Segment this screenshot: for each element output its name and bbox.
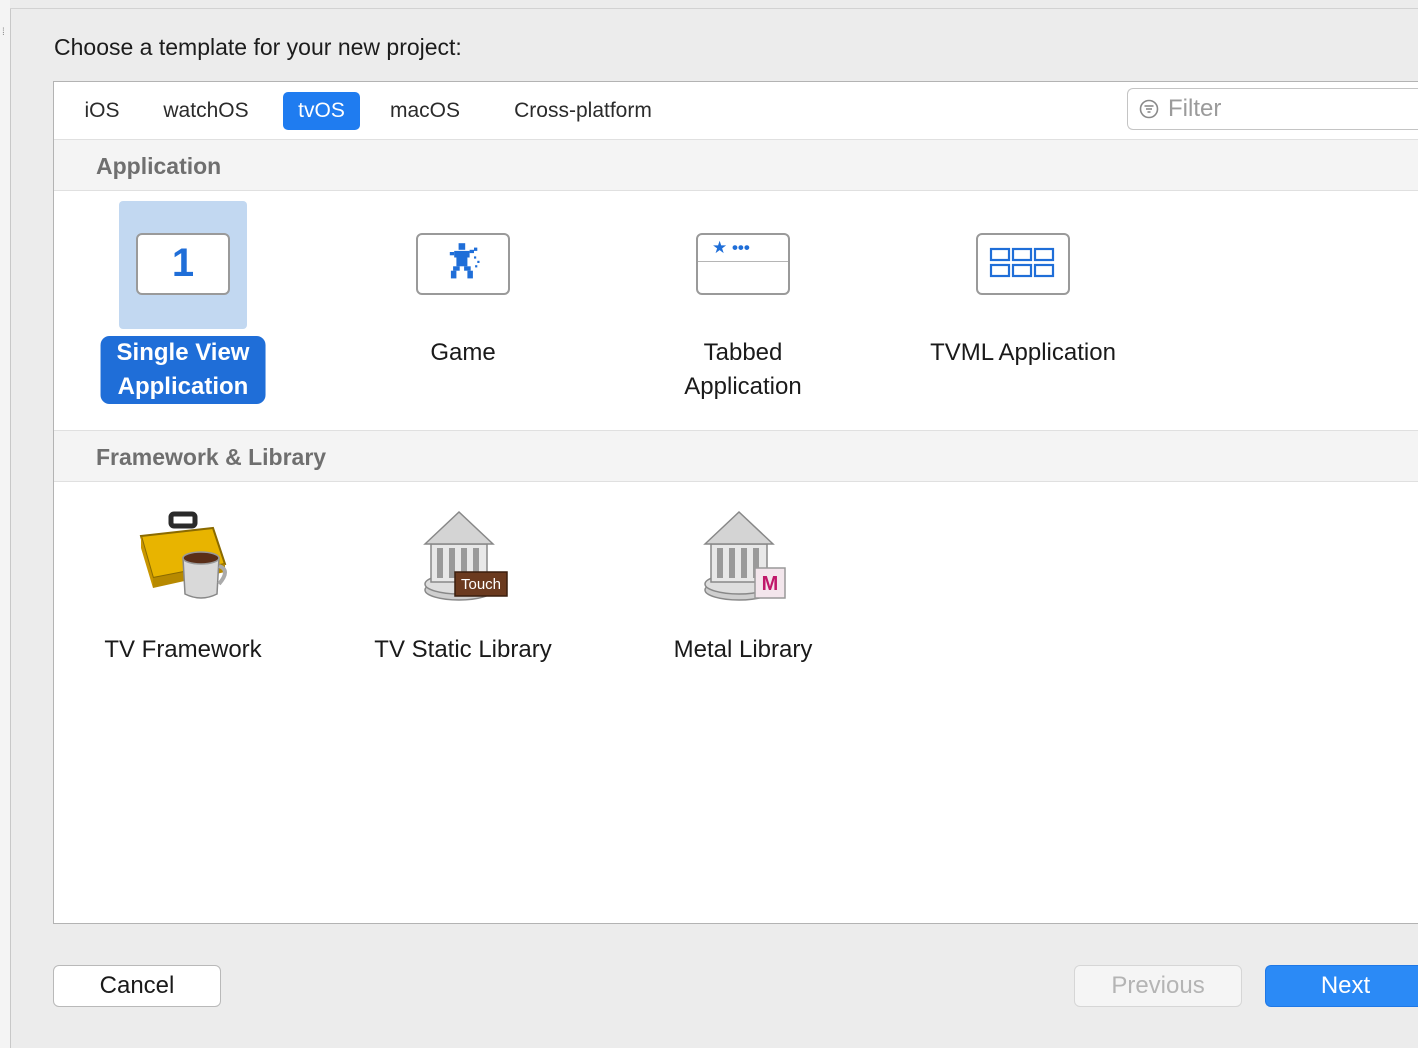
- template-label-line1: Single View: [116, 339, 250, 366]
- template-label: Tabbed Application: [668, 336, 817, 404]
- tab-ios[interactable]: iOS: [74, 92, 130, 130]
- template-label-line1: Game: [430, 339, 496, 366]
- next-button[interactable]: Next: [1265, 965, 1418, 1007]
- single-view-icon-number: 1: [171, 241, 195, 285]
- template-tv-static-library[interactable]: Touch TV Static Library: [343, 502, 583, 672]
- previous-button[interactable]: Previous: [1074, 965, 1242, 1007]
- toolbox-framework-icon: [139, 511, 227, 599]
- game-icon: [416, 233, 510, 295]
- single-view-icon: 1: [136, 233, 230, 295]
- template-label: TV Static Library: [374, 636, 552, 663]
- dialog-title: Choose a template for your new project:: [54, 34, 462, 60]
- game-sprite-icon: [449, 243, 480, 279]
- cancel-button[interactable]: Cancel: [53, 965, 221, 1007]
- filter-input[interactable]: [1168, 94, 1418, 124]
- metal-library-icon: M: [703, 510, 786, 601]
- template-label: Game: [414, 336, 511, 370]
- tvml-app-icon: [976, 233, 1070, 295]
- template-game[interactable]: Game: [343, 201, 583, 421]
- template-label-line1: TVML Application: [930, 339, 1116, 366]
- template-label: TVML Application: [914, 336, 1132, 370]
- template-label: TV Framework: [104, 636, 262, 663]
- template-tabbed-application[interactable]: ★ ••• Tabbed Application: [623, 201, 863, 421]
- platform-tabbar: iOS watchOS tvOS macOS Cross-platform: [54, 82, 1418, 140]
- touch-badge-text: Touch: [461, 576, 501, 593]
- tvml-grid-icon: [989, 247, 1055, 278]
- filter-icon: [1139, 99, 1159, 119]
- template-metal-library[interactable]: M Metal Library: [623, 502, 863, 672]
- tab-macos[interactable]: macOS: [380, 92, 470, 130]
- template-label: Single View Application: [100, 336, 266, 404]
- tab-cross-platform[interactable]: Cross-platform: [494, 92, 672, 130]
- tab-watchos[interactable]: watchOS: [152, 92, 260, 130]
- window-top-border: [10, 0, 1418, 9]
- template-label-line2: Application: [117, 373, 249, 400]
- template-tv-framework[interactable]: TV Framework: [63, 502, 303, 672]
- metal-badge-text: M: [762, 573, 779, 595]
- section-header-application: Application: [54, 139, 1418, 191]
- template-label-line1: Tabbed: [703, 339, 783, 366]
- template-label: Metal Library: [673, 636, 813, 663]
- tab-tvos[interactable]: tvOS: [283, 92, 360, 130]
- template-single-view-application[interactable]: 1 Single View Application: [63, 201, 303, 421]
- tabbed-app-icon-bar: ★ •••: [698, 235, 788, 262]
- template-panel: iOS watchOS tvOS macOS Cross-platform Ap…: [53, 81, 1418, 924]
- static-library-icon: Touch: [423, 510, 508, 601]
- section-header-framework-library: Framework & Library: [54, 430, 1418, 482]
- edge-grip-icon: ⁞: [2, 27, 5, 38]
- window-left-edge: ⁞: [0, 0, 11, 1048]
- filter-field[interactable]: [1127, 88, 1418, 130]
- template-tvml-application[interactable]: TVML Application: [903, 201, 1143, 421]
- tabbed-app-icon: ★ •••: [696, 233, 790, 295]
- template-label-line2: Application: [684, 373, 802, 400]
